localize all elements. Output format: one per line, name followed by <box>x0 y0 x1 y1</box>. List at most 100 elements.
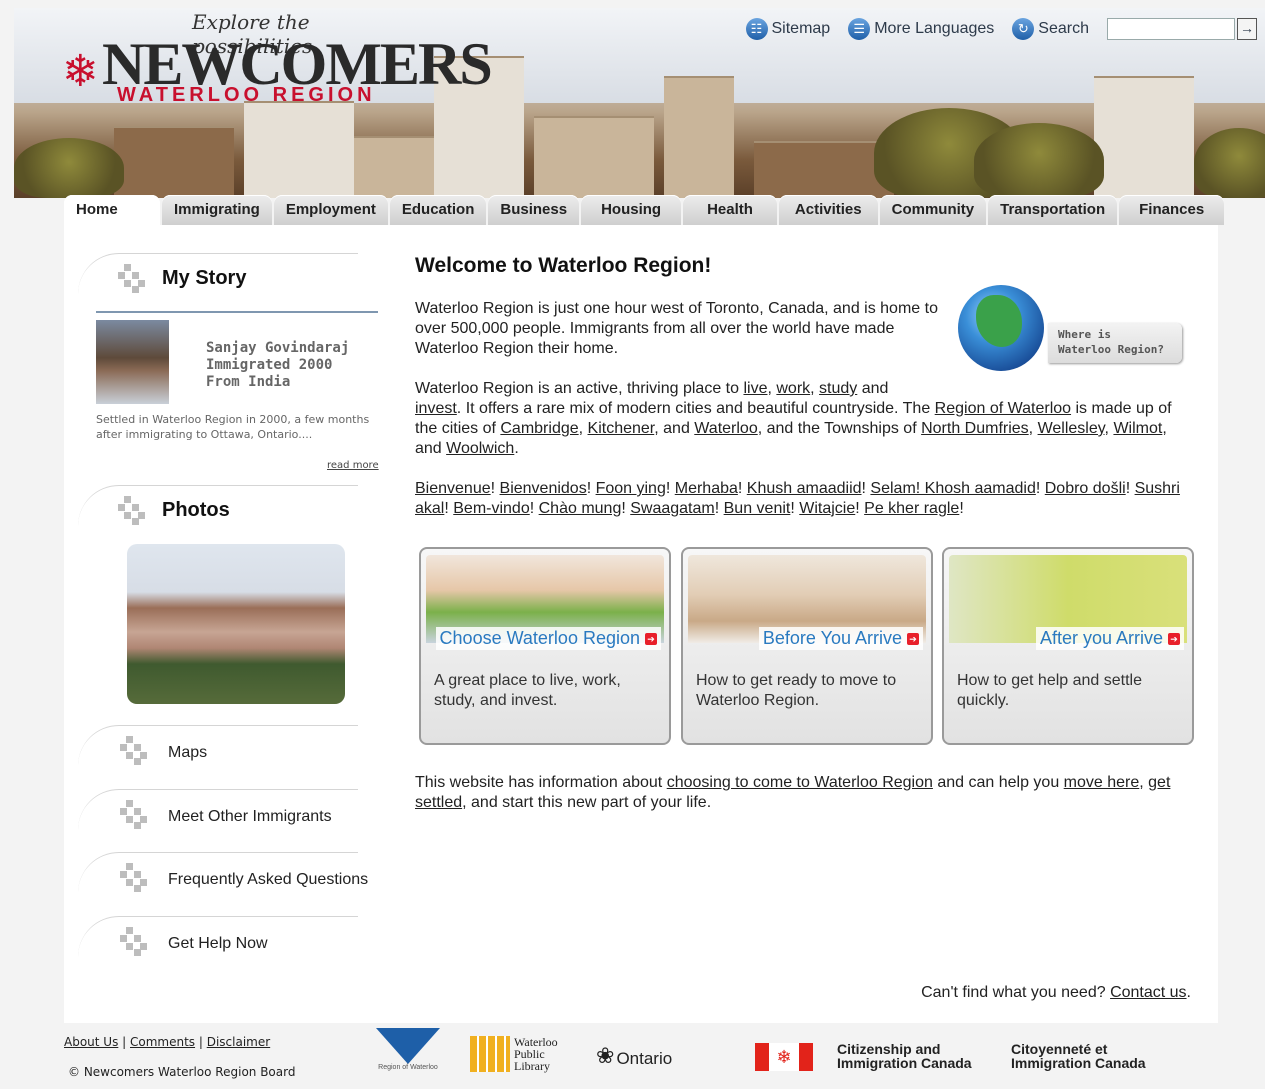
more-languages-label: More Languages <box>874 20 995 37</box>
link-work[interactable]: work <box>776 380 810 397</box>
greeting-link[interactable]: Pe kher ragle <box>864 500 959 517</box>
cic-french[interactable]: Citoyenneté et Immigration Canada <box>1011 1042 1146 1070</box>
checker-icon <box>112 857 156 897</box>
greeting-link[interactable]: Bienvenidos <box>500 480 587 497</box>
tab-finances[interactable]: Finances <box>1119 195 1225 225</box>
greeting-link[interactable]: Selam! Khosh aamadid <box>870 480 1035 497</box>
card-description: How to get help and settle quickly. <box>957 672 1143 709</box>
languages-icon: ☰ <box>848 18 871 40</box>
separator: | <box>118 1035 130 1049</box>
contact-us-link[interactable]: Contact us <box>1110 984 1186 1001</box>
greeting-link[interactable]: Swaagatam <box>630 500 715 517</box>
tab-housing[interactable]: Housing <box>581 195 682 225</box>
sidebar-item-meet-immigrants[interactable]: Meet Other Immigrants <box>168 808 332 826</box>
where-is-waterloo-button[interactable]: Where is Waterloo Region? <box>1048 323 1182 363</box>
card-after-you-arrive[interactable]: After you Arrive ➔ How to get help and se… <box>942 547 1194 745</box>
tab-education[interactable]: Education <box>389 195 487 225</box>
cic-english[interactable]: Citizenship and Immigration Canada <box>837 1042 972 1070</box>
tab-health[interactable]: Health <box>683 195 777 225</box>
photos-heading: Photos <box>110 490 230 530</box>
tab-home[interactable]: Home <box>64 195 160 225</box>
disclaimer-link[interactable]: Disclaimer <box>207 1035 270 1049</box>
link-cambridge[interactable]: Cambridge <box>500 420 578 437</box>
tab-immigrating[interactable]: Immigrating <box>162 195 272 225</box>
where-label-line1: Where is <box>1058 328 1111 341</box>
card-title: Before You Arrive ➔ <box>758 627 923 650</box>
photos-title: Photos <box>162 498 230 521</box>
tab-community[interactable]: Community <box>879 195 987 225</box>
card-choose-waterloo[interactable]: Choose Waterloo Region ➔ A great place to… <box>419 547 671 745</box>
story-avatar[interactable] <box>96 320 169 404</box>
sidebar-item-get-help[interactable]: Get Help Now <box>168 935 268 953</box>
ontario-text: Ontario <box>616 1049 673 1068</box>
link-move-here[interactable]: move here <box>1064 774 1140 791</box>
link-wilmot[interactable]: Wilmot <box>1113 420 1162 437</box>
flag-leaf: ❄ <box>769 1043 799 1071</box>
link-choosing-to-come[interactable]: choosing to come to Waterloo Region <box>667 774 933 791</box>
link-region-of-waterloo[interactable]: Region of Waterloo <box>935 400 1071 417</box>
region-of-waterloo-logo[interactable]: Region of Waterloo <box>372 1028 444 1071</box>
greeting-link[interactable]: Bem-vindo <box>453 500 529 517</box>
trillium-icon: ❀ <box>596 1043 615 1068</box>
main-nav-tabs: Home Immigrating Employment Education Bu… <box>64 195 1226 225</box>
link-live[interactable]: live <box>743 380 767 397</box>
card-description: How to get ready to move to Waterloo Reg… <box>696 672 897 709</box>
library-logo-mark <box>470 1036 510 1072</box>
tab-activities[interactable]: Activities <box>778 195 878 225</box>
tab-transportation[interactable]: Transportation <box>988 195 1118 225</box>
tab-business[interactable]: Business <box>488 195 580 225</box>
intro-paragraph: Waterloo Region is just one hour west of… <box>415 300 938 357</box>
search-go-button[interactable]: → <box>1237 18 1257 40</box>
more-languages-link[interactable]: ☰ More Languages <box>848 18 994 40</box>
logo-region: WATERLOO REGION <box>117 84 376 106</box>
card-before-you-arrive[interactable]: Before You Arrive ➔ How to get ready to m… <box>681 547 933 745</box>
page-title: Welcome to Waterloo Region! <box>415 254 712 277</box>
photo-thumbnail[interactable] <box>127 544 345 704</box>
text: , and the Townships of <box>757 420 922 437</box>
canada-flag-icon: ❄ <box>755 1043 813 1071</box>
text: and <box>857 380 889 397</box>
search-link[interactable]: ↻ Search <box>1012 18 1089 40</box>
link-study[interactable]: study <box>819 380 857 397</box>
tab-employment[interactable]: Employment <box>273 195 388 225</box>
link-kitchener[interactable]: Kitchener <box>588 420 655 437</box>
arrow-right-icon: ➔ <box>1168 632 1180 645</box>
sitemap-link[interactable]: ☷ Sitemap <box>745 18 830 40</box>
greeting-link[interactable]: Khush amaadiid <box>747 480 862 497</box>
link-north-dumfries[interactable]: North Dumfries <box>921 420 1029 437</box>
greeting-link[interactable]: Bun venit <box>724 500 791 517</box>
search-label: Search <box>1038 20 1089 37</box>
text: , <box>578 420 588 437</box>
greeting-link[interactable]: Bienvenue <box>415 480 491 497</box>
text: and can help you <box>932 774 1064 791</box>
greeting-link[interactable]: Dobro došli <box>1045 480 1126 497</box>
card-title-text: After you Arrive <box>1039 628 1163 648</box>
banner-building <box>754 141 894 198</box>
library-logo[interactable]: Waterloo Public Library <box>470 1036 558 1072</box>
ontario-logo[interactable]: ❀ Ontario <box>596 1043 672 1069</box>
globe-icon[interactable] <box>958 285 1044 371</box>
banner-trees <box>1194 128 1265 198</box>
library-line3: Library <box>514 1059 550 1073</box>
search-input[interactable] <box>1107 18 1235 40</box>
greeting-link[interactable]: Witajcie <box>799 500 855 517</box>
greeting-link[interactable]: Merhaba <box>675 480 738 497</box>
greeting-link[interactable]: Foon ying <box>596 480 666 497</box>
story-name: Sanjay Govindaraj <box>206 340 350 356</box>
checker-icon <box>112 730 156 770</box>
link-invest[interactable]: invest <box>415 400 457 417</box>
sidebar-item-faq[interactable]: Frequently Asked Questions <box>168 871 368 889</box>
search-icon: ↻ <box>1012 18 1035 40</box>
sidebar-item-maps[interactable]: Maps <box>168 744 207 762</box>
comments-link[interactable]: Comments <box>130 1035 195 1049</box>
card-title: After you Arrive ➔ <box>1035 627 1184 650</box>
link-waterloo[interactable]: Waterloo <box>694 420 757 437</box>
site-logo[interactable]: Explore the possibilities ❄ NEWCOMERS WA… <box>62 8 493 118</box>
link-woolwich[interactable]: Woolwich <box>446 440 514 457</box>
link-wellesley[interactable]: Wellesley <box>1038 420 1105 437</box>
story-excerpt: Settled in Waterloo Region in 2000, a fe… <box>96 413 370 441</box>
greeting-link[interactable]: Chào mung <box>539 500 622 517</box>
text: This website has information about <box>415 774 667 791</box>
about-us-link[interactable]: About Us <box>64 1035 118 1049</box>
read-more-link[interactable]: read more <box>327 460 379 471</box>
